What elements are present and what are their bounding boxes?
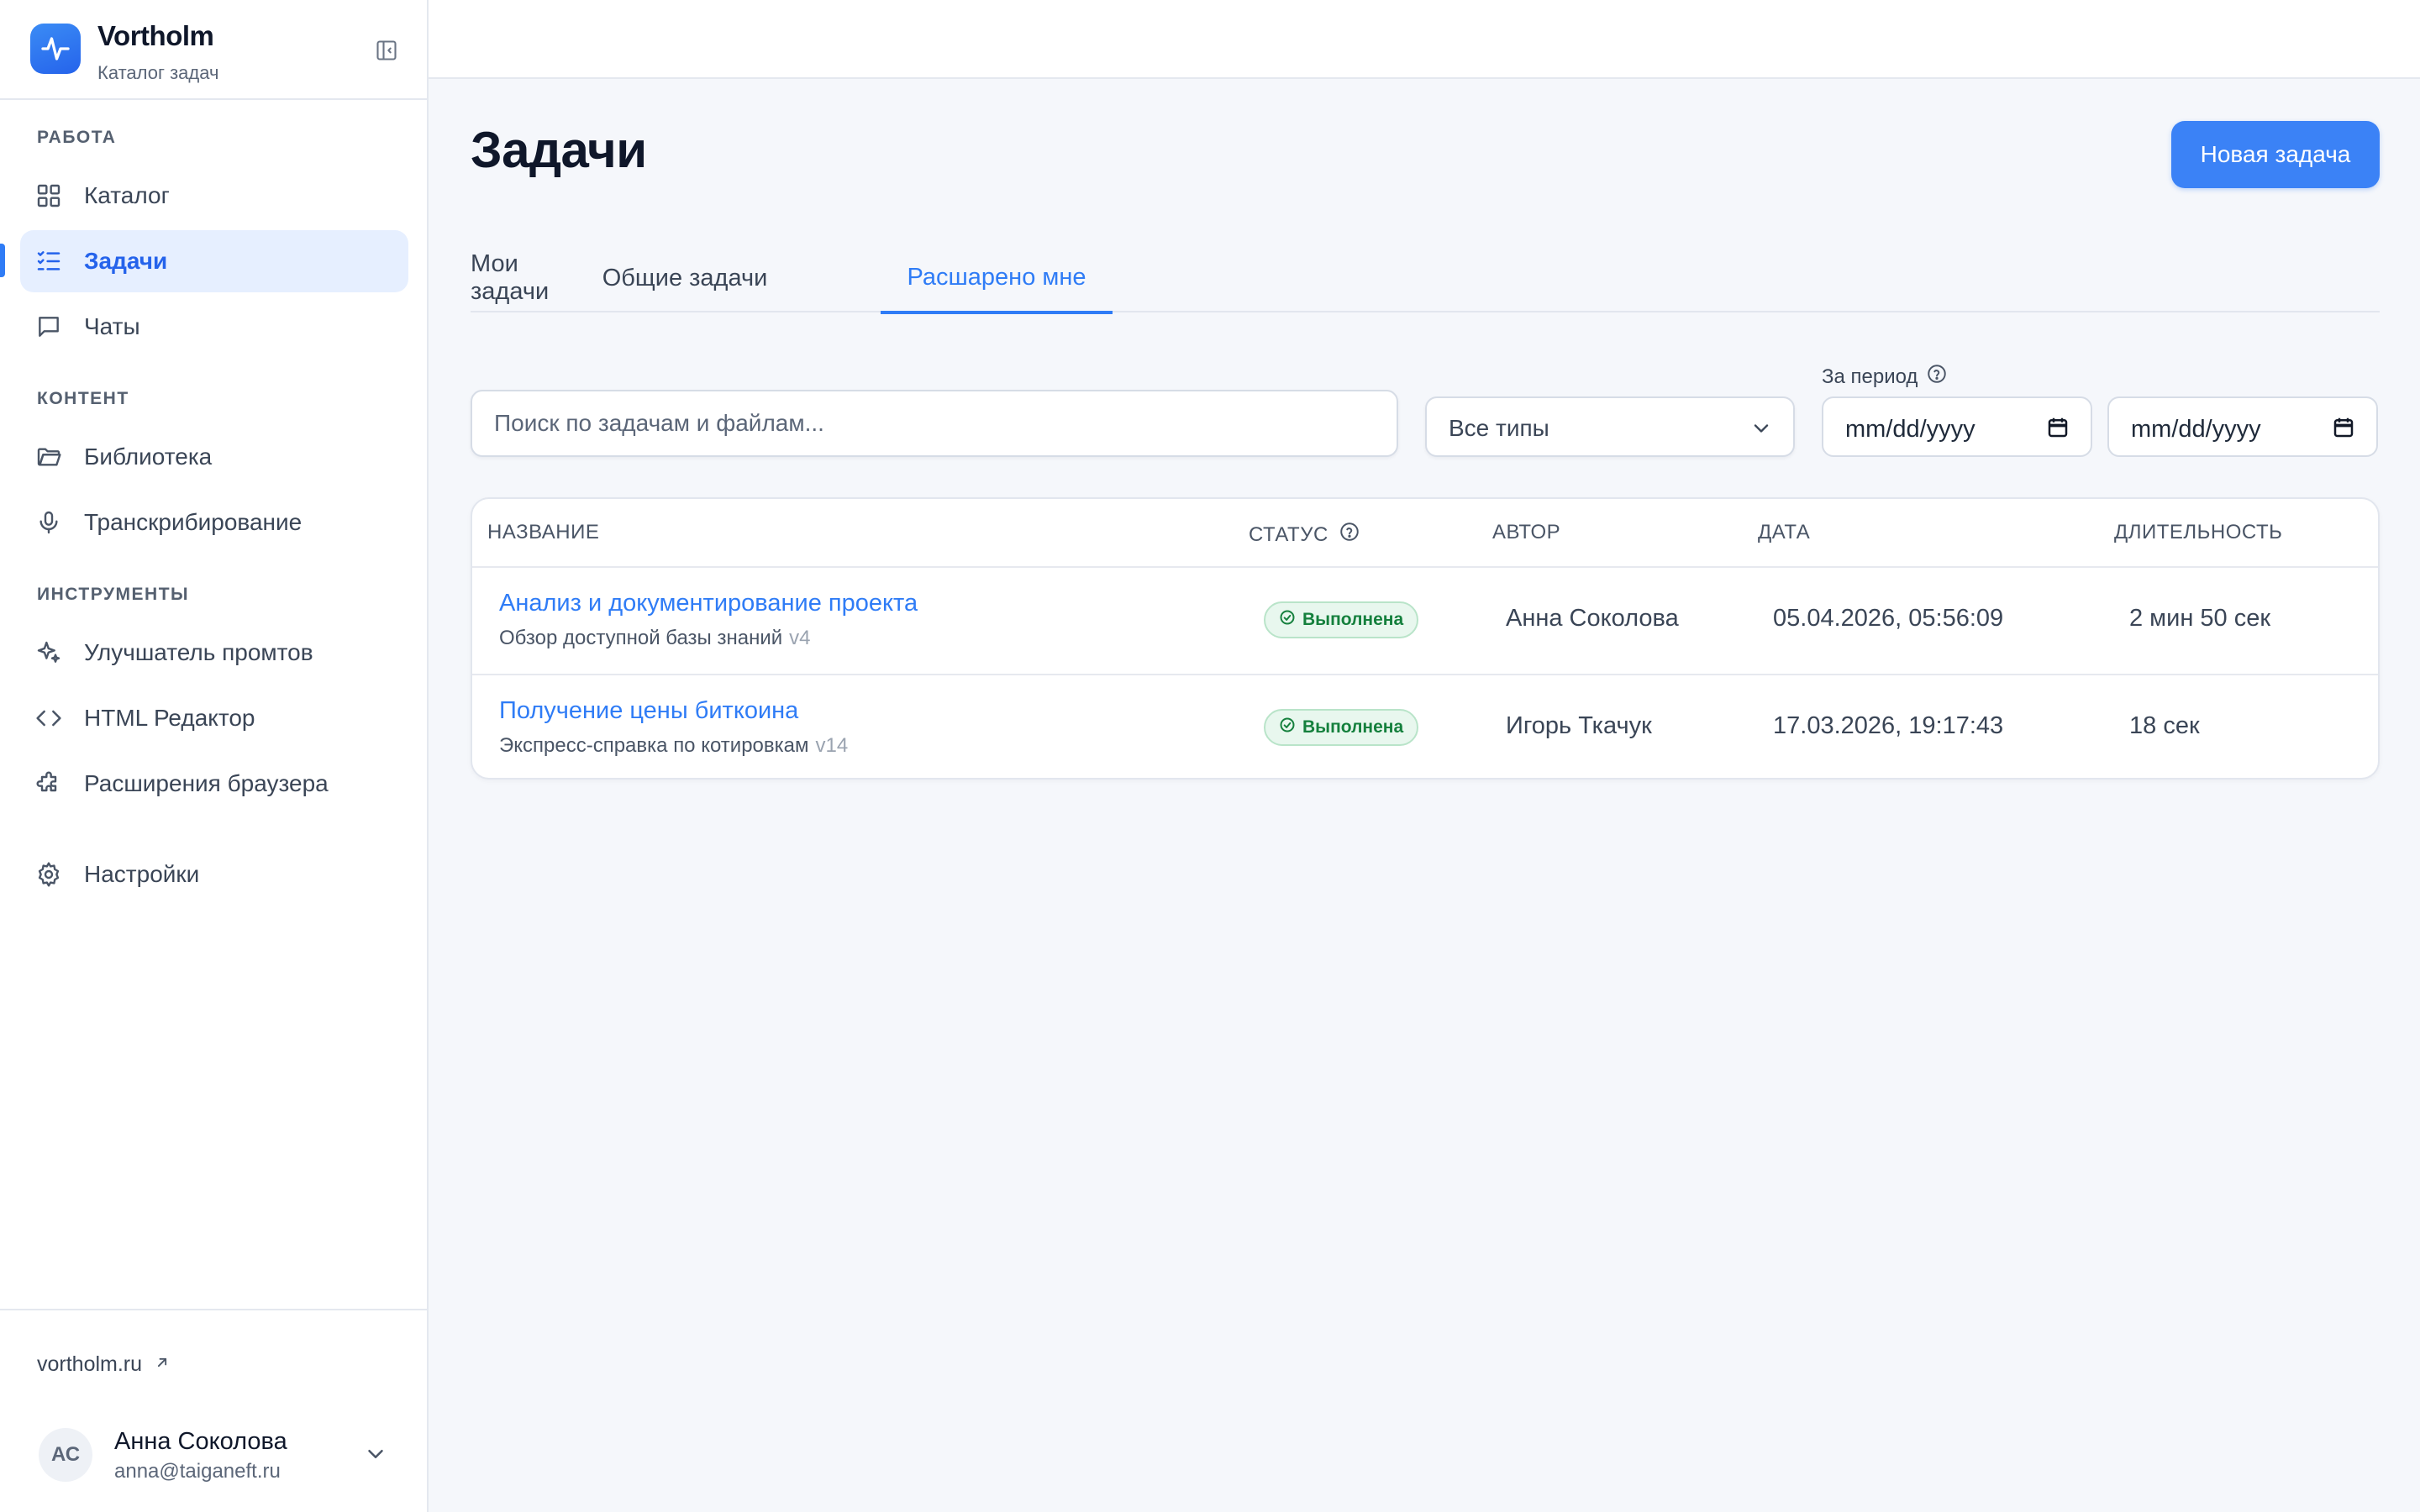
sidebar-item-label: Расширения браузера	[84, 770, 329, 796]
section-title-tools: ИНСТРУМЕНТЫ	[37, 585, 190, 604]
sidebar-collapse-icon[interactable]	[373, 37, 400, 64]
period-label: За период	[1822, 363, 1948, 391]
column-header-status[interactable]: СТАТУС	[1249, 521, 1360, 549]
calendar-icon[interactable]	[2045, 415, 2070, 444]
external-link-icon	[154, 1352, 171, 1377]
column-header-duration[interactable]: ДЛИТЕЛЬНОСТЬ	[2114, 521, 2282, 544]
column-header-status-label: СТАТУС	[1249, 522, 1328, 546]
sidebar-item-label: Библиотека	[84, 444, 213, 470]
tab-shared-with-me[interactable]: Расшарено мне	[881, 244, 1113, 314]
task-author: Игорь Ткачук	[1506, 712, 1652, 739]
task-version: v4	[789, 627, 811, 649]
calendar-icon[interactable]	[2331, 415, 2356, 444]
task-date: 17.03.2026, 19:17:43	[1773, 712, 2004, 739]
user-menu[interactable]: АС Анна Соколова anna@taiganeft.ru	[37, 1418, 398, 1494]
grid-icon	[35, 182, 62, 209]
sidebar: Vortholm Каталог задач РАБОТА Каталог За…	[0, 0, 429, 1512]
tab-bar: Мои задачи Общие задачи Расшарено мне	[471, 244, 2380, 314]
task-date: 05.04.2026, 05:56:09	[1773, 605, 2004, 632]
sidebar-item-library[interactable]: Библиотека	[20, 426, 408, 488]
task-author: Анна Соколова	[1506, 605, 1679, 632]
column-header-date[interactable]: ДАТА	[1758, 521, 1810, 544]
tasks-table: НАЗВАНИЕ СТАТУС АВТОР ДАТА ДЛИТЕЛЬНОСТЬ …	[471, 497, 2380, 780]
chat-icon	[35, 313, 62, 340]
task-subtitle-text: Экспресс-справка по котировкам	[499, 734, 809, 757]
puzzle-icon	[35, 770, 62, 797]
column-header-name[interactable]: НАЗВАНИЕ	[487, 521, 599, 544]
sidebar-item-settings[interactable]: Настройки	[20, 843, 408, 906]
task-subtitle: Экспресс-справка по котировкам v14	[499, 734, 848, 758]
date-to-field[interactable]: mm/dd/yyyy	[2107, 396, 2378, 457]
site-link-label: vortholm.ru	[37, 1352, 143, 1376]
search-field[interactable]	[471, 390, 1398, 457]
task-duration: 18 сек	[2129, 712, 2200, 739]
app-logo-icon[interactable]	[30, 24, 81, 74]
sidebar-item-prompt-improver[interactable]: Улучшатель промтов	[20, 622, 408, 684]
page-title: Задачи	[471, 122, 647, 178]
status-badge: Выполнена	[1264, 601, 1419, 638]
task-subtitle-text: Обзор доступной базы знаний	[499, 627, 783, 649]
task-title-link[interactable]: Получение цены биткоина	[499, 697, 798, 725]
sidebar-item-catalog[interactable]: Каталог	[20, 165, 408, 227]
chevron-down-icon	[363, 1441, 388, 1471]
task-list-icon	[35, 248, 62, 275]
status-badge-label: Выполнена	[1302, 610, 1404, 629]
period-label-text: За период	[1822, 365, 1918, 388]
help-icon[interactable]	[1339, 521, 1360, 549]
sidebar-footer: vortholm.ru АС Анна Соколова anna@taigan…	[0, 1309, 427, 1512]
user-name: Анна Соколова	[114, 1428, 287, 1455]
top-bar	[429, 0, 2420, 79]
date-from-field[interactable]: mm/dd/yyyy	[1822, 396, 2092, 457]
site-link[interactable]: vortholm.ru	[37, 1352, 171, 1377]
section-title-content: КОНТЕНТ	[37, 389, 129, 408]
table-row[interactable]: Получение цены биткоина Экспресс-справка…	[472, 674, 2378, 778]
sidebar-item-label: Настройки	[84, 861, 200, 887]
section-title-work: РАБОТА	[37, 128, 117, 147]
sidebar-item-label: Чаты	[84, 313, 140, 339]
active-indicator	[0, 244, 5, 277]
avatar: АС	[39, 1428, 92, 1482]
date-from-value: mm/dd/yyyy	[1845, 416, 1975, 443]
sidebar-item-chats[interactable]: Чаты	[20, 296, 408, 358]
app-subtitle: Каталог задач	[97, 62, 219, 83]
status-badge: Выполнена	[1264, 709, 1419, 746]
sidebar-item-tasks[interactable]: Задачи	[20, 230, 408, 292]
check-circle-icon	[1279, 609, 1296, 631]
type-select[interactable]: Все типы	[1425, 396, 1795, 457]
chevron-down-icon	[1749, 417, 1773, 444]
search-input[interactable]	[472, 391, 1397, 455]
column-header-author[interactable]: АВТОР	[1492, 521, 1560, 544]
sidebar-item-label: Задачи	[84, 248, 168, 274]
sparkles-icon	[35, 639, 62, 666]
sidebar-item-label: HTML Редактор	[84, 705, 255, 731]
task-subtitle: Обзор доступной базы знаний v4	[499, 627, 811, 650]
app-name: Vortholm	[97, 20, 214, 51]
sidebar-item-label: Транскрибирование	[84, 509, 302, 535]
user-email: anna@taiganeft.ru	[114, 1460, 281, 1483]
sidebar-item-label: Каталог	[84, 182, 170, 208]
sidebar-item-browser-extensions[interactable]: Расширения браузера	[20, 753, 408, 815]
sidebar-item-transcription[interactable]: Транскрибирование	[20, 491, 408, 554]
sidebar-item-label: Улучшатель промтов	[84, 639, 313, 665]
table-header: НАЗВАНИЕ СТАТУС АВТОР ДАТА ДЛИТЕЛЬНОСТЬ	[472, 499, 2378, 568]
gear-icon	[35, 861, 62, 888]
date-to-value: mm/dd/yyyy	[2131, 416, 2261, 443]
code-icon	[35, 705, 62, 732]
type-select-value: Все типы	[1449, 415, 1549, 441]
help-icon[interactable]	[1926, 363, 1948, 391]
tab-shared-tasks[interactable]: Общие задачи	[588, 244, 781, 312]
task-title-link[interactable]: Анализ и документирование проекта	[499, 590, 918, 617]
folder-icon	[35, 444, 62, 470]
status-badge-label: Выполнена	[1302, 717, 1404, 737]
task-duration: 2 мин 50 сек	[2129, 605, 2271, 632]
sidebar-item-html-editor[interactable]: HTML Редактор	[20, 687, 408, 749]
table-row[interactable]: Анализ и документирование проекта Обзор …	[472, 568, 2378, 674]
tab-my-tasks[interactable]: Мои задачи	[471, 244, 575, 312]
task-version: v14	[815, 734, 849, 757]
microphone-icon	[35, 509, 62, 536]
new-task-button[interactable]: Новая задача	[2171, 121, 2380, 188]
brand-header: Vortholm Каталог задач	[0, 0, 427, 100]
check-circle-icon	[1279, 717, 1296, 738]
